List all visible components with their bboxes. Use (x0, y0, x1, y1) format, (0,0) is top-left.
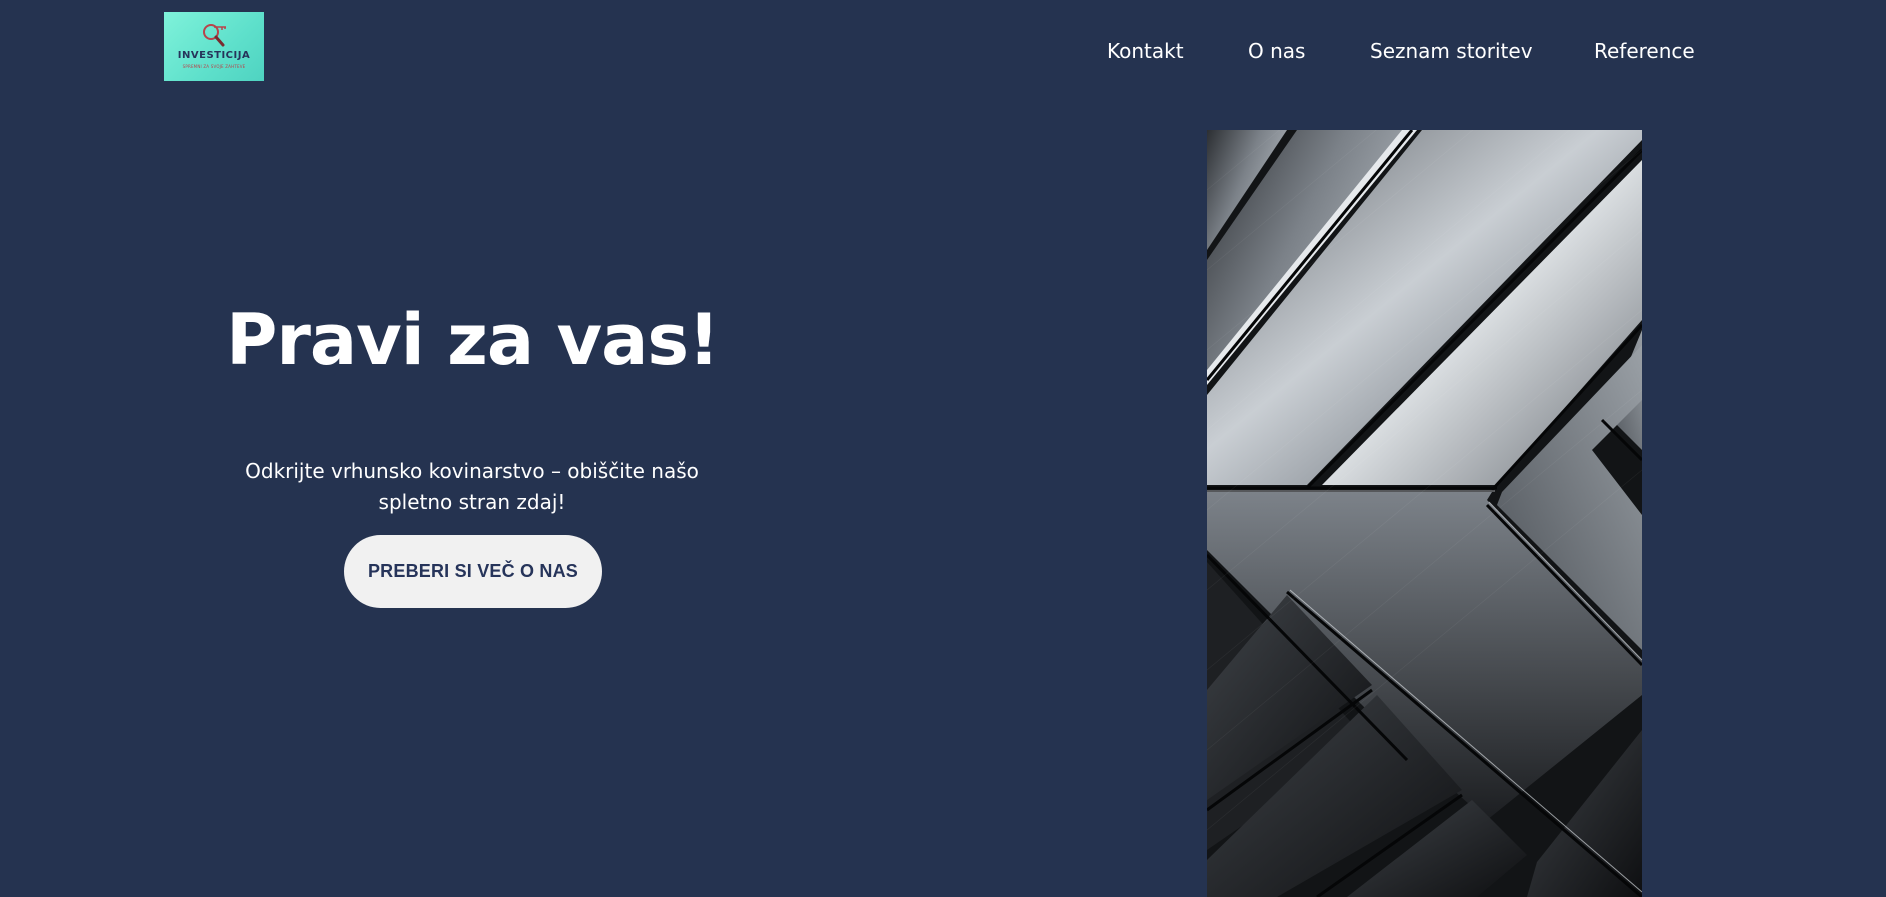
metal-panels-graphic (1207, 130, 1642, 897)
read-more-button[interactable]: PREBERI SI VEČ O NAS (344, 535, 602, 608)
nav-item-kontakt[interactable]: Kontakt (1107, 37, 1184, 65)
page: INVESTICIJA SPREMNI ZA SVOJE ZAHTEVE Kon… (0, 0, 1886, 897)
logo[interactable]: INVESTICIJA SPREMNI ZA SVOJE ZAHTEVE (164, 12, 264, 81)
nav-item-seznam-storitev[interactable]: Seznam storitev (1370, 37, 1533, 65)
hero-subtitle: Odkrijte vrhunsko kovinarstvo – obiščite… (245, 459, 699, 514)
hero-title: Pravi za vas! (226, 299, 720, 381)
nav-item-o-nas[interactable]: O nas (1248, 37, 1305, 65)
brushed-metal-panels-image (1207, 130, 1642, 897)
logo-title: INVESTICIJA (177, 50, 251, 61)
magnifier-key-icon (203, 24, 226, 47)
nav-item-reference[interactable]: Reference (1594, 37, 1695, 65)
logo-tagline: SPREMNI ZA SVOJE ZAHTEVE (182, 64, 246, 69)
